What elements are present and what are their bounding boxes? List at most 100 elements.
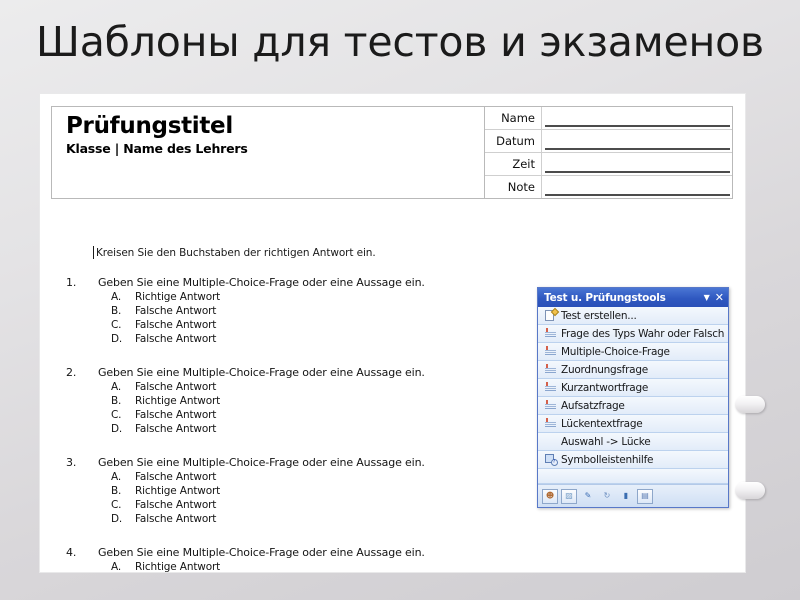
question-list-icon [542,364,559,375]
answer-text: Falsche Antwort [135,305,217,317]
answer-option: A. Falsche Antwort [66,381,536,393]
field-row-note: Note [485,176,732,198]
tool-item-auswahl-luecke[interactable]: Auswahl -> Lücke [538,433,728,451]
question-block: 4. Geben Sie eine Multiple-Choice-Frage … [66,546,536,572]
question-text: Geben Sie eine Multiple-Choice-Frage ode… [98,456,425,469]
exam-header-title-cell: Prüfungstitel Klasse | Name des Lehrers [52,107,485,198]
paint-icon[interactable]: ✎ [580,489,596,504]
field-label-zeit: Zeit [485,153,542,175]
tool-item-aufsatzfrage[interactable]: Aufsatzfrage [538,397,728,415]
answer-option: A. Falsche Antwort [66,471,536,483]
question-list-icon [542,328,559,339]
answer-option: C. Falsche Antwort [66,409,536,421]
answer-option: C. Falsche Antwort [66,499,536,511]
field-label-datum: Datum [485,130,542,152]
test-tools-panel[interactable]: Test u. Prüfungstools ▼ ✕ Test erstellen… [537,287,729,508]
chart-icon[interactable]: ▮ [618,489,634,504]
answer-text: Falsche Antwort [135,471,217,483]
user-card-icon[interactable]: ☻ [542,488,558,504]
question-line: 2. Geben Sie eine Multiple-Choice-Frage … [66,366,536,379]
answer-text: Richtige Antwort [135,395,221,407]
tool-item-label: Frage des Typs Wahr oder Falsch [561,327,725,340]
tool-item-label: Auswahl -> Lücke [561,435,651,448]
answer-letter: D. [111,513,123,525]
tool-item-symbolleistenhilfe[interactable]: ? Symbolleistenhilfe [538,451,728,469]
question-number: 3. [66,456,77,469]
answer-text: Falsche Antwort [135,513,217,525]
answer-letter: C. [111,409,122,421]
question-number: 1. [66,276,77,289]
panel-titlebar[interactable]: Test u. Prüfungstools ▼ ✕ [538,288,728,307]
refresh-icon[interactable]: ↻ [599,489,615,504]
answer-text: Richtige Antwort [135,561,221,572]
field-input-zeit[interactable] [545,153,730,173]
tool-item-multiple-choice[interactable]: Multiple-Choice-Frage [538,343,728,361]
question-line: 3. Geben Sie eine Multiple-Choice-Frage … [66,456,536,469]
tool-item-test-erstellen[interactable]: Test erstellen... [538,307,728,325]
field-input-name[interactable] [545,107,730,127]
instruction-text: Kreisen Sie den Buchstaben der richtigen… [93,246,376,259]
tool-item-label: Kurzantwortfrage [561,381,649,394]
field-label-note: Note [485,176,542,198]
field-row-name: Name [485,107,732,130]
tool-item-kurzantwortfrage[interactable]: Kurzantwortfrage [538,379,728,397]
answer-letter: D. [111,333,123,345]
answer-letter: B. [111,395,122,407]
field-label-name: Name [485,107,542,129]
answer-option: D. Falsche Antwort [66,423,536,435]
tool-item-lueckentextfrage[interactable]: Lückentextfrage [538,415,728,433]
answer-text: Falsche Antwort [135,423,217,435]
answer-option: D. Falsche Antwort [66,513,536,525]
field-row-datum: Datum [485,130,732,153]
chevron-down-icon[interactable]: ▼ [704,293,710,302]
question-list-icon [542,346,559,357]
answer-text: Falsche Antwort [135,499,217,511]
tool-item-label: Zuordnungsfrage [561,363,648,376]
question-text: Geben Sie eine Multiple-Choice-Frage ode… [98,276,425,289]
question-list-icon [542,418,559,429]
tool-item-label: Lückentextfrage [561,417,643,430]
answer-text: Richtige Antwort [135,291,221,303]
question-block: 2. Geben Sie eine Multiple-Choice-Frage … [66,366,536,435]
answer-option: B. Falsche Antwort [66,305,536,317]
answer-text: Falsche Antwort [135,381,217,393]
tools-tray[interactable]: ☻ ▨ ✎ ↻ ▮ ▤ [538,484,728,507]
answer-option: B. Richtige Antwort [66,485,536,497]
answer-letter: A. [111,561,122,572]
tool-item-label: Test erstellen... [561,309,637,322]
tool-item-wahr-oder-falsch[interactable]: Frage des Typs Wahr oder Falsch [538,325,728,343]
answer-letter: A. [111,471,122,483]
answer-text: Falsche Antwort [135,333,217,345]
panel-title: Test u. Prüfungstools [544,291,666,304]
answer-option: A. Richtige Antwort [66,561,536,572]
answer-text: Richtige Antwort [135,485,221,497]
answer-letter: C. [111,499,122,511]
exam-fields: Name Datum Zeit Note [485,107,732,198]
toolbar-help-icon: ? [542,454,559,466]
exam-subtitle: Klasse | Name des Lehrers [66,141,248,157]
new-document-icon [542,307,559,322]
answer-option: D. Falsche Antwort [66,333,536,345]
answer-letter: A. [111,291,122,303]
page-title: Шаблоны для тестов и экзаменов [36,18,764,66]
questions-list: 1. Geben Sie eine Multiple-Choice-Frage … [66,276,536,572]
question-number: 4. [66,546,77,559]
answer-letter: B. [111,305,122,317]
exam-header-table: Prüfungstitel Klasse | Name des Lehrers … [51,106,733,199]
question-text: Geben Sie eine Multiple-Choice-Frage ode… [98,366,425,379]
question-number: 2. [66,366,77,379]
answer-text: Falsche Antwort [135,319,217,331]
table-icon[interactable]: ▤ [637,488,653,504]
field-input-datum[interactable] [545,130,730,150]
question-block: 1. Geben Sie eine Multiple-Choice-Frage … [66,276,536,345]
close-icon[interactable]: ✕ [715,292,724,303]
picture-icon[interactable]: ▨ [561,488,577,504]
answer-letter: A. [111,381,122,393]
answer-option: B. Richtige Antwort [66,395,536,407]
field-input-note[interactable] [545,176,730,196]
tool-item-zuordnungsfrage[interactable]: Zuordnungsfrage [538,361,728,379]
answer-letter: D. [111,423,123,435]
answer-option: C. Falsche Antwort [66,319,536,331]
answer-letter: B. [111,485,122,497]
tool-item-label: Symbolleistenhilfe [561,453,654,466]
